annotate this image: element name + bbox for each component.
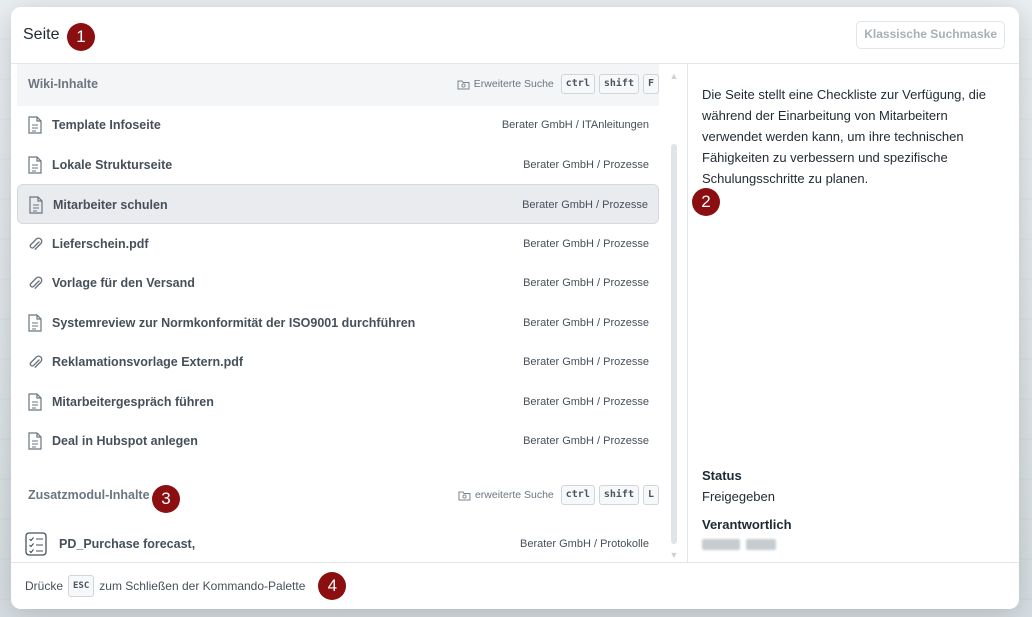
result-path: Berater GmbH / Prozesse bbox=[523, 435, 649, 447]
result-path: Berater GmbH / Protokolle bbox=[520, 538, 649, 550]
wiki-advanced-search-label: Erweiterte Suche bbox=[473, 78, 554, 90]
result-title: Systemreview zur Normkonformität der ISO… bbox=[52, 315, 416, 330]
addon-advanced-search[interactable]: erweiterte Suche ctrl shift L bbox=[458, 485, 659, 505]
paperclip-icon bbox=[27, 235, 43, 253]
folder-search-icon bbox=[457, 80, 470, 89]
result-path: Berater GmbH / Prozesse bbox=[523, 395, 649, 408]
annotation-marker-1: 1 bbox=[67, 23, 95, 51]
result-title: Deal in Hubspot anlegen bbox=[52, 434, 198, 448]
scroll-up-arrow-icon[interactable]: ▲ bbox=[669, 72, 679, 81]
command-palette: 1 Klassische Suchmaske Wiki-Inhalte Erwe… bbox=[11, 7, 1019, 609]
folder-search-icon bbox=[458, 491, 471, 500]
paperclip-icon bbox=[27, 274, 43, 292]
owner-value-redacted bbox=[702, 539, 776, 550]
scroll-down-arrow-icon[interactable]: ▼ bbox=[669, 551, 679, 560]
footer-prefix: Drücke bbox=[25, 579, 64, 593]
kbd-shift: shift bbox=[598, 74, 639, 94]
palette-header: 1 Klassische Suchmaske bbox=[11, 7, 1019, 64]
result-title: Reklamationsvorlage Extern.pdf bbox=[52, 355, 244, 369]
result-row[interactable]: Deal in Hubspot anlegen Berater GmbH / Pr… bbox=[17, 421, 659, 461]
result-title: Template Infoseite bbox=[52, 118, 161, 132]
kbd-shift: shift bbox=[598, 485, 639, 505]
result-path: Berater GmbH / Prozesse bbox=[522, 199, 648, 211]
result-title: PD_Purchase forecast, bbox=[59, 537, 196, 551]
result-path: Berater GmbH / Prozesse bbox=[523, 237, 649, 250]
result-row[interactable]: Lieferschein.pdf Berater GmbH / Prozesse bbox=[17, 224, 659, 264]
result-row[interactable]: Reklamationsvorlage Extern.pdf Berater Gm… bbox=[17, 342, 659, 382]
search-input[interactable] bbox=[23, 21, 723, 49]
kbd-esc: ESC bbox=[68, 575, 95, 597]
annotation-marker-4: 4 bbox=[318, 572, 347, 600]
result-title: Mitarbeitergespräch führen bbox=[52, 394, 214, 409]
result-row[interactable]: Template Infoseite Berater GmbH / ITAnlei… bbox=[17, 105, 659, 145]
result-path: Berater GmbH / Prozesse bbox=[523, 316, 649, 329]
kbd-l: L bbox=[642, 485, 659, 505]
scrollbar[interactable]: ▲ ▼ bbox=[669, 72, 679, 560]
result-row[interactable]: Mitarbeiter schulen Berater GmbH / Prozes… bbox=[17, 184, 659, 224]
document-icon bbox=[27, 116, 43, 134]
annotation-marker-3: 3 bbox=[152, 485, 180, 513]
status-value: Freigegeben bbox=[702, 489, 775, 504]
results-list: Wiki-Inhalte Erweiterte Suche ctrl shift… bbox=[11, 64, 687, 563]
result-row[interactable]: Vorlage für den Versand Berater GmbH / Pr… bbox=[17, 263, 659, 303]
footer-hint: zum Schließen der Kommando-Palette bbox=[99, 579, 306, 593]
result-title: Lokale Strukturseite bbox=[52, 157, 173, 172]
addon-section-header: Zusatzmodul-Inhalte 3 erweiterte Suche c… bbox=[17, 475, 659, 517]
wiki-advanced-search[interactable]: Erweiterte Suche ctrl shift F bbox=[457, 74, 659, 94]
document-icon bbox=[27, 313, 43, 332]
result-title: Lieferschein.pdf bbox=[52, 236, 149, 251]
paperclip-icon bbox=[27, 353, 43, 371]
wiki-section-title: Wiki-Inhalte bbox=[28, 77, 99, 91]
result-title: Mitarbeiter schulen bbox=[53, 198, 168, 212]
result-path: Berater GmbH / Prozesse bbox=[523, 356, 649, 368]
classic-search-button[interactable]: Klassische Suchmaske bbox=[856, 21, 1005, 49]
result-row[interactable]: Mitarbeitergespräch führen Berater GmbH /… bbox=[17, 382, 659, 422]
status-label: Status bbox=[702, 468, 742, 483]
scrollbar-thumb[interactable] bbox=[671, 144, 677, 544]
document-icon bbox=[27, 155, 43, 174]
result-row[interactable]: PD_Purchase forecast, Berater GmbH / Prot… bbox=[17, 524, 659, 563]
palette-footer: Drücke ESC zum Schließen der Kommando-Pa… bbox=[11, 562, 1019, 609]
result-path: Berater GmbH / Prozesse bbox=[523, 277, 649, 289]
checklist-icon bbox=[25, 532, 47, 556]
document-icon bbox=[27, 392, 43, 411]
addon-section-title: Zusatzmodul-Inhalte bbox=[28, 488, 150, 502]
owner-label: Verantwortlich bbox=[702, 517, 792, 532]
kbd-ctrl: ctrl bbox=[560, 74, 595, 94]
result-path: Berater GmbH / Prozesse bbox=[523, 158, 649, 171]
addon-advanced-search-label: erweiterte Suche bbox=[474, 489, 554, 501]
result-path: Berater GmbH / ITAnleitungen bbox=[501, 119, 649, 131]
annotation-marker-2: 2 bbox=[692, 188, 720, 216]
document-icon bbox=[28, 196, 44, 214]
result-title: Vorlage für den Versand bbox=[52, 276, 195, 290]
preview-panel: Die Seite stellt eine Checkliste zur Ver… bbox=[687, 64, 1019, 563]
kbd-ctrl: ctrl bbox=[560, 485, 595, 505]
preview-description: Die Seite stellt eine Checkliste zur Ver… bbox=[702, 87, 986, 186]
kbd-f: F bbox=[642, 74, 659, 94]
wiki-section-header: Wiki-Inhalte Erweiterte Suche ctrl shift… bbox=[17, 64, 659, 106]
result-row[interactable]: Systemreview zur Normkonformität der ISO… bbox=[17, 303, 659, 343]
document-icon bbox=[27, 432, 43, 450]
result-row[interactable]: Lokale Strukturseite Berater GmbH / Proze… bbox=[17, 145, 659, 185]
